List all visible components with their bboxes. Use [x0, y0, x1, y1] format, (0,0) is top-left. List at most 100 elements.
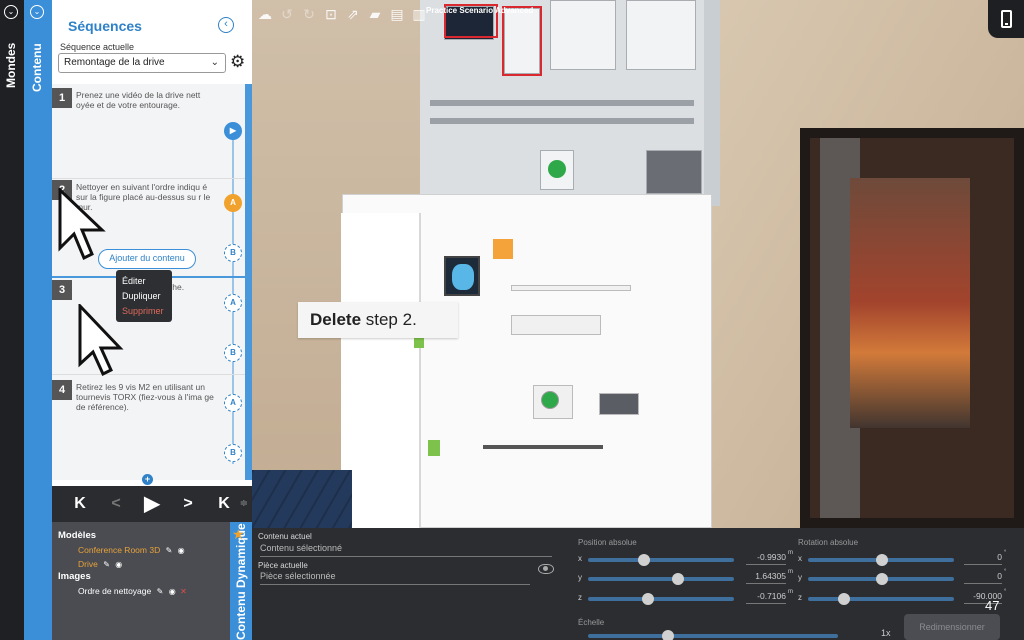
close-icon[interactable]: ✕ — [180, 587, 187, 596]
chevron-down-icon: ⌄ — [210, 57, 219, 68]
position-y-slider[interactable] — [588, 573, 734, 585]
position-label: Position absolue — [578, 538, 637, 547]
model-item[interactable]: Drive ✎ ◉ — [58, 557, 224, 571]
cloud-upload-icon[interactable]: ☁ — [256, 5, 274, 23]
electrical-cabinet-open[interactable] — [341, 194, 712, 528]
instruction-tooltip: Delete step 2. — [298, 302, 458, 338]
eye-icon[interactable]: ◉ — [169, 587, 176, 596]
phone-icon — [1000, 10, 1012, 28]
rotation-x-slider[interactable] — [808, 554, 954, 566]
video-node-icon[interactable]: ▶ — [224, 122, 242, 140]
drag-handle-icon[interactable]: ≑ — [240, 498, 248, 509]
3d-viewport[interactable] — [252, 0, 1024, 528]
step-number: 1 — [52, 88, 72, 108]
current-content-label: Contenu actuel — [258, 532, 312, 541]
dynamic-content-panel: Modèles Conference Room 3D ✎ ◉ Drive ✎ ◉… — [52, 522, 252, 640]
node-b[interactable]: B — [224, 344, 242, 362]
node-a[interactable]: A — [224, 394, 242, 412]
scale-slider[interactable] — [588, 630, 838, 640]
dynamic-content-list: Modèles Conference Room 3D ✎ ◉ Drive ✎ ◉… — [52, 522, 230, 640]
rotation-label: Rotation absolue — [798, 538, 859, 547]
position-z-value[interactable]: -0.7106 — [746, 591, 786, 604]
current-part-label: Pièce actuelle — [258, 561, 308, 570]
rail-mondes[interactable]: ⌄ Mondes — [0, 0, 24, 640]
rail-contenu-label: Contenu — [30, 43, 44, 92]
node-a[interactable]: A — [224, 294, 242, 312]
rotation-y-value[interactable]: 0 — [964, 571, 1002, 584]
node-b[interactable]: B — [224, 244, 242, 262]
device-mode-button[interactable] — [988, 0, 1024, 38]
top-toolbar: ☁ ↺ ↻ ⊡ ⇗ ▰ ▤ ▥ — [256, 4, 428, 24]
book-icon[interactable]: ▤ — [388, 5, 406, 23]
menu-item-edit[interactable]: Éditer — [116, 274, 172, 289]
last-step-button[interactable]: K — [206, 486, 242, 522]
collapse-panel-icon[interactable]: ‹ — [218, 17, 234, 33]
edit-icon[interactable]: ✎ — [103, 560, 110, 569]
resize-button[interactable]: Redimensionner — [904, 614, 1000, 640]
floor-grid — [252, 470, 352, 528]
step-text: Retirez les 9 vis M2 en utilisant un tou… — [76, 382, 214, 412]
pointer-cursor-icon — [58, 188, 106, 261]
step-number: 4 — [52, 380, 72, 400]
sequences-panel: Séquences ‹ Séquence actuelle Remontage … — [52, 0, 252, 486]
node-a[interactable]: A — [224, 194, 242, 212]
node-b[interactable]: B — [224, 444, 242, 462]
eye-icon[interactable]: ◉ — [178, 546, 185, 555]
position-x-value[interactable]: -0.9930 — [746, 552, 786, 565]
position-z-slider[interactable] — [588, 593, 734, 605]
step-text: Prenez une vidéo de la drive nett oyée e… — [76, 90, 201, 110]
step-number: 3 — [52, 280, 72, 300]
current-content-field[interactable]: Contenu sélectionné — [260, 543, 552, 557]
sequence-player: K < ▶ > K ≑ — [52, 486, 252, 522]
models-heading: Modèles — [58, 530, 97, 541]
electrical-cabinet-back — [420, 0, 720, 206]
rail-mondes-label: Mondes — [4, 42, 18, 88]
chevron-down-icon[interactable]: ⌄ — [4, 5, 18, 19]
model-name: Conference Room 3D — [78, 545, 161, 555]
eye-icon[interactable] — [538, 564, 554, 574]
model-name: Drive — [78, 559, 98, 569]
next-step-button[interactable]: > — [170, 486, 206, 522]
properties-panel: Contenu actuel Contenu sélectionné Pièce… — [252, 528, 1024, 640]
tooltip-bold: Delete — [310, 310, 362, 329]
rotation-y-slider[interactable] — [808, 573, 954, 585]
fan-component — [444, 256, 480, 296]
play-button[interactable]: ▶ — [134, 486, 170, 522]
arrow-cursor-icon — [78, 304, 124, 377]
scale-label: Échelle — [578, 618, 605, 627]
star-icon[interactable]: ★ — [232, 526, 245, 543]
chevron-down-icon[interactable]: ⌄ — [30, 5, 44, 19]
edit-icon[interactable]: ✎ — [166, 546, 173, 555]
position-y-value[interactable]: 1.64305 — [746, 571, 786, 584]
menu-item-duplicate[interactable]: Dupliquer — [116, 289, 172, 304]
rotation-x-value[interactable]: 0 — [964, 552, 1002, 565]
current-sequence-label: Séquence actuelle — [60, 42, 135, 52]
previous-step-button[interactable]: < — [98, 486, 134, 522]
panel-title: Séquences — [68, 18, 142, 34]
rail-contenu[interactable]: ⌄ Contenu — [24, 0, 52, 640]
add-step-icon[interactable]: + — [142, 474, 153, 485]
rotation-z-slider[interactable] — [808, 593, 954, 605]
tooltip-text: step 2. — [361, 310, 417, 329]
position-x-slider[interactable] — [588, 554, 734, 566]
edit-icon[interactable]: ✎ — [157, 587, 164, 596]
share-icon[interactable]: ⇗ — [344, 5, 362, 23]
current-part-field[interactable]: Pièce sélectionnée — [260, 571, 530, 585]
sequence-select[interactable]: Remontage de la drive ⌄ — [58, 53, 226, 73]
redo-icon[interactable]: ↻ — [300, 5, 318, 23]
scale-value: 1x — [881, 628, 891, 638]
left-rail: ⌄ Mondes ⌄ Contenu — [0, 0, 52, 640]
gear-icon[interactable]: ⚙ — [230, 53, 248, 71]
step-4[interactable]: 4 Retirez les 9 vis M2 en utilisant un t… — [52, 380, 245, 470]
undo-icon[interactable]: ↺ — [278, 5, 296, 23]
image-name: Ordre de nettoyage — [78, 586, 152, 596]
focus-icon[interactable]: ⊡ — [322, 5, 340, 23]
eye-icon[interactable]: ◉ — [115, 560, 122, 569]
image-item[interactable]: Ordre de nettoyage ✎ ◉ ✕ — [58, 584, 224, 598]
step-1[interactable]: 1 Prenez une vidéo de la drive nett oyée… — [52, 88, 245, 178]
page-number: 47 — [985, 598, 1000, 613]
first-step-button[interactable]: K — [62, 486, 98, 522]
video-icon[interactable]: ▰ — [366, 5, 384, 23]
sequence-select-value: Remontage de la drive — [64, 57, 165, 68]
model-item[interactable]: Conference Room 3D ✎ ◉ — [58, 543, 224, 557]
